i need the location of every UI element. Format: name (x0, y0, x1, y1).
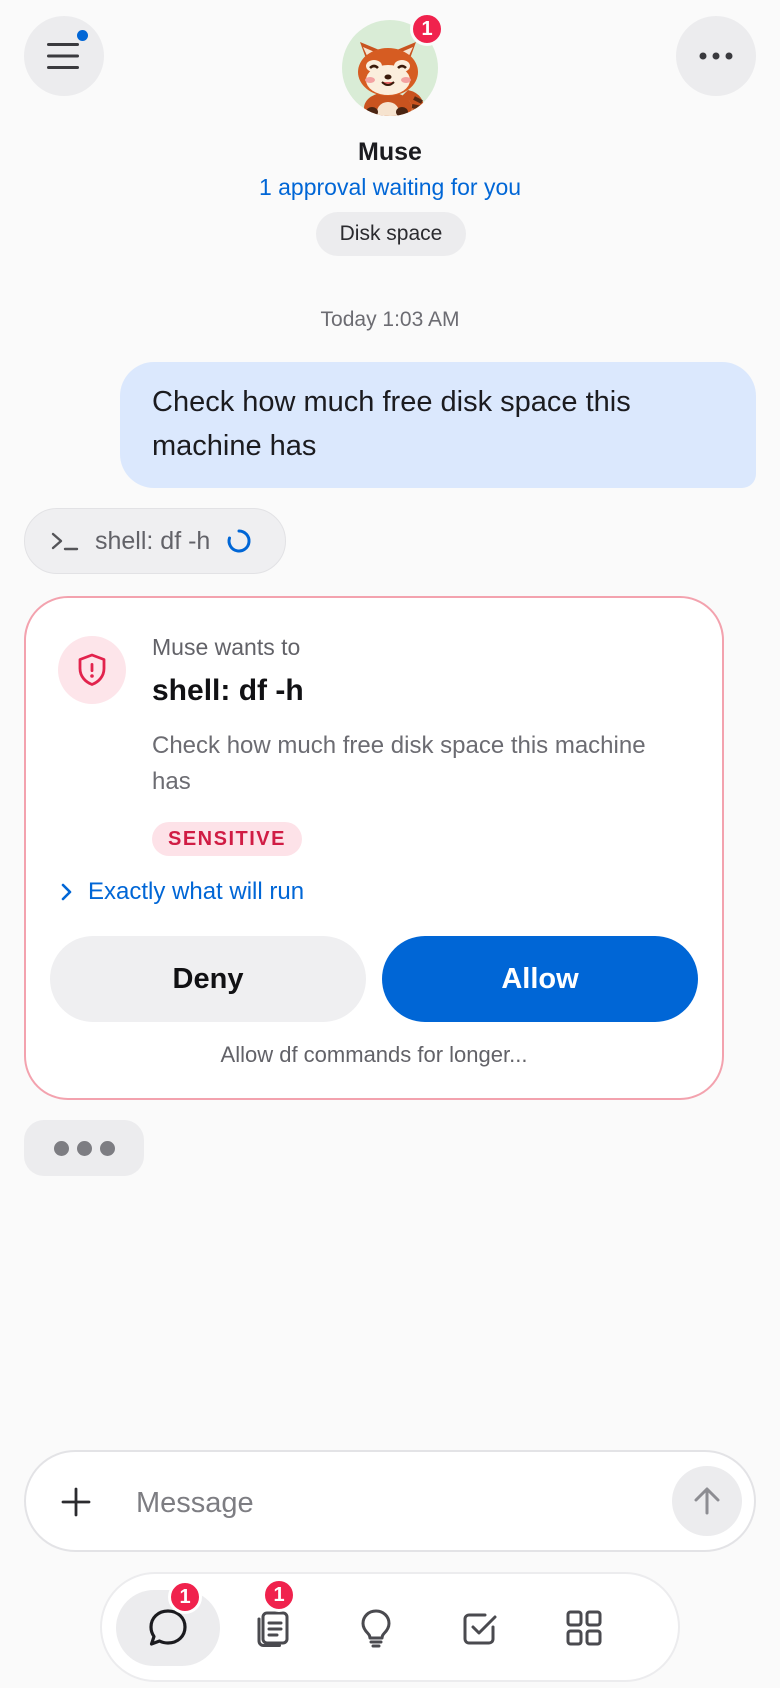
allow-button[interactable]: Allow (382, 936, 698, 1022)
sensitive-tag: SENSITIVE (152, 822, 302, 856)
typing-indicator (24, 1120, 144, 1176)
send-button[interactable] (672, 1466, 742, 1536)
tab-tasks[interactable] (428, 1590, 532, 1666)
terminal-icon (51, 532, 79, 551)
details-link-label: Exactly what will run (88, 878, 305, 905)
message-input[interactable] (134, 1476, 608, 1530)
shield-alert-icon (78, 653, 106, 686)
approval-description: Check how much free disk space this mach… (152, 732, 646, 795)
typing-dot (99, 1140, 115, 1156)
chevron-right-icon (61, 883, 72, 901)
menu-button[interactable] (24, 16, 104, 96)
approval-status-link[interactable]: 1 approval waiting for you (0, 174, 780, 201)
allow-longer-link[interactable]: Allow df commands for longer... (26, 1042, 722, 1068)
lightbulb-icon (361, 1609, 391, 1648)
grid-icon (566, 1610, 602, 1646)
shield-icon-container (58, 636, 126, 704)
chat-tab-badge: 1 (168, 1580, 202, 1614)
arrow-up-icon (694, 1487, 720, 1515)
approval-command: shell: df -h (152, 674, 304, 707)
tab-apps[interactable] (532, 1590, 636, 1666)
topic-chip[interactable]: Disk space (316, 212, 466, 256)
message-composer (24, 1450, 756, 1552)
documents-icon (257, 1611, 289, 1647)
tab-ideas[interactable] (324, 1590, 428, 1666)
timestamp: Today 1:03 AM (320, 308, 460, 331)
menu-icon (47, 43, 79, 69)
user-message-text: Check how much free disk space this mach… (152, 386, 631, 462)
more-options-button[interactable] (676, 16, 756, 96)
typing-dot (76, 1140, 92, 1156)
bottom-tab-bar: 1 1 (100, 1572, 680, 1682)
add-attachment-button[interactable] (50, 1476, 102, 1528)
plus-icon (61, 1487, 91, 1517)
user-message-bubble: Check how much free disk space this mach… (120, 362, 756, 488)
avatar-badge: 1 (410, 12, 444, 46)
approval-card: Muse wants to shell: df -h Check how muc… (24, 596, 724, 1100)
tool-call-chip[interactable]: shell: df -h (24, 508, 286, 574)
more-horizontal-icon (699, 52, 733, 60)
deny-button[interactable]: Deny (50, 936, 366, 1022)
typing-dot (53, 1140, 69, 1156)
checkbox-icon (463, 1613, 497, 1645)
notification-dot (77, 30, 88, 41)
documents-tab-badge: 1 (262, 1578, 296, 1612)
exactly-what-will-run-link[interactable]: Exactly what will run (60, 878, 304, 906)
tool-call-label: shell: df -h (95, 526, 211, 555)
approval-intro: Muse wants to (152, 634, 301, 660)
agent-name: Muse (358, 138, 422, 166)
loading-spinner-icon (227, 529, 251, 553)
